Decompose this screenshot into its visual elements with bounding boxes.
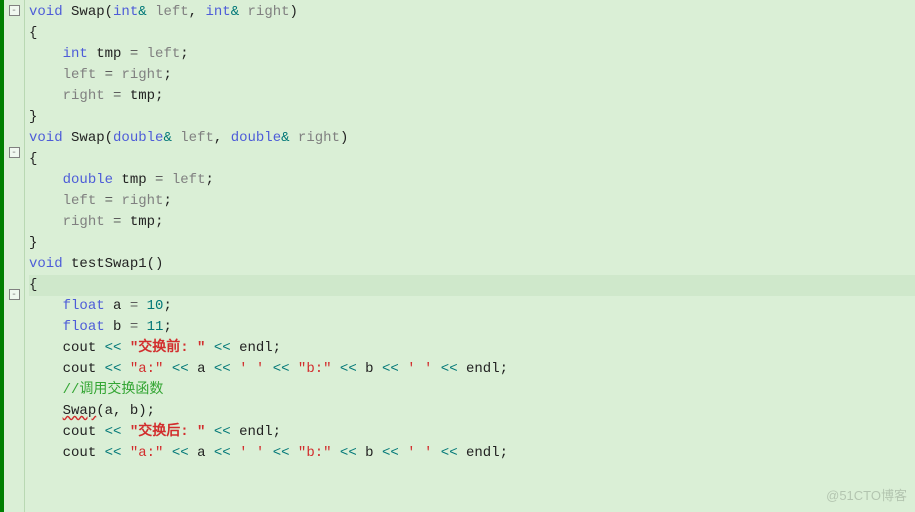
fold-toggle-icon[interactable]: - (9, 147, 20, 158)
code-line: cout << "交换后: " << endl; (29, 422, 915, 443)
char: ' ' (239, 361, 264, 377)
comment: //调用交换函数 (63, 382, 164, 398)
keyword: void (29, 130, 63, 146)
string: "b:" (298, 445, 332, 461)
number: 10 (147, 298, 164, 314)
code-line: cout << "交换前: " << endl; (29, 338, 915, 359)
string: "a:" (130, 361, 164, 377)
keyword: void (29, 4, 63, 20)
code-line: void Swap(double& left, double& right) (29, 128, 915, 149)
code-line: left = right; (29, 191, 915, 212)
func-call-error: Swap (63, 403, 97, 419)
code-line: //调用交换函数 (29, 380, 915, 401)
brace: { (29, 151, 37, 167)
code-line: Swap(a, b); (29, 401, 915, 422)
code-line: cout << "a:" << a << ' ' << "b:" << b <<… (29, 443, 915, 464)
type: int (63, 46, 88, 62)
code-line: cout << "a:" << a << ' ' << "b:" << b <<… (29, 359, 915, 380)
brace: } (29, 109, 37, 125)
brace: { (29, 277, 37, 293)
string: "b:" (298, 361, 332, 377)
type: double (113, 130, 163, 146)
fold-toggle-icon[interactable]: - (9, 289, 20, 300)
type: int (205, 4, 230, 20)
code-line: void testSwap1() (29, 254, 915, 275)
type: float (63, 298, 105, 314)
param: right (248, 4, 290, 20)
fold-toggle-icon[interactable]: - (9, 5, 20, 16)
string: "交换后: " (130, 424, 206, 440)
code-line-current: { (29, 275, 915, 296)
code-line: } (29, 107, 915, 128)
char: ' ' (407, 361, 432, 377)
param: right (298, 130, 340, 146)
code-line: int tmp = left; (29, 44, 915, 65)
code-line: left = right; (29, 65, 915, 86)
func-name: Swap (71, 130, 105, 146)
char: ' ' (407, 445, 432, 461)
watermark: @51CTO博客 (826, 485, 907, 506)
code-line: void Swap(int& left, int& right) (29, 2, 915, 23)
code-area[interactable]: void Swap(int& left, int& right) { int t… (25, 0, 915, 512)
code-line: { (29, 149, 915, 170)
code-line: double tmp = left; (29, 170, 915, 191)
type: float (63, 319, 105, 335)
type: double (63, 172, 113, 188)
func-name: Swap (71, 4, 105, 20)
string: "交换前: " (130, 340, 206, 356)
code-line: right = tmp; (29, 86, 915, 107)
type: double (231, 130, 281, 146)
param: left (155, 4, 189, 20)
keyword: void (29, 256, 63, 272)
code-line: float b = 11; (29, 317, 915, 338)
char: ' ' (239, 445, 264, 461)
number: 11 (147, 319, 164, 335)
string: "a:" (130, 445, 164, 461)
fold-gutter: - - - (4, 0, 25, 512)
code-line: right = tmp; (29, 212, 915, 233)
code-line: { (29, 23, 915, 44)
func-name: testSwap1 (71, 256, 147, 272)
brace: } (29, 235, 37, 251)
code-line: float a = 10; (29, 296, 915, 317)
code-line: } (29, 233, 915, 254)
code-editor: - - - void Swap(int& left, int& right) {… (0, 0, 915, 512)
param: left (180, 130, 214, 146)
type: int (113, 4, 138, 20)
brace: { (29, 25, 37, 41)
